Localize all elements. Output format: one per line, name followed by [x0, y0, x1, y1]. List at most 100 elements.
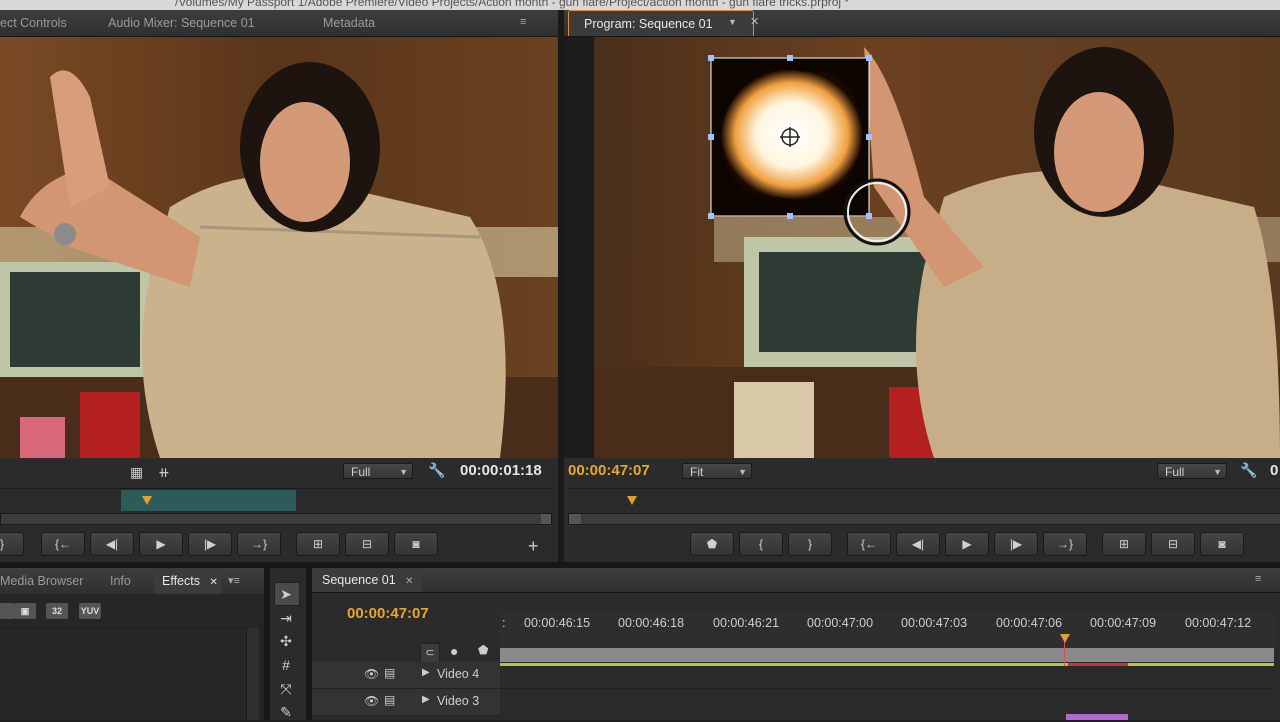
timeline-playhead[interactable] — [1060, 634, 1070, 643]
source-zoom-select[interactable]: Full ▼ — [343, 463, 413, 479]
go-to-in-button[interactable]: {← — [847, 532, 891, 556]
track-name-video-4: Video 4 — [437, 667, 480, 681]
close-icon[interactable]: ✕ — [209, 577, 217, 588]
ruler-label: 00:00:47:09 — [1090, 616, 1157, 630]
ruler-label: 00:00:47:00 — [807, 616, 874, 630]
ruler-label: 00:00:46:21 — [713, 616, 780, 630]
wrench-icon[interactable]: 🔧 — [1240, 462, 1257, 479]
effects-tab-label: Effects — [162, 574, 200, 588]
selection-tool-icon[interactable]: ➤ — [274, 584, 298, 604]
track-lane-video-3[interactable] — [500, 689, 1274, 720]
effects-list[interactable] — [0, 594, 264, 720]
source-timecode[interactable]: 00:00:01:18 — [460, 462, 542, 479]
effects-scrollbar[interactable] — [246, 628, 259, 720]
close-icon[interactable]: ✕ — [405, 576, 413, 587]
go-to-out-button[interactable]: →} — [1043, 532, 1087, 556]
tab-audio-mixer[interactable]: Audio Mixer: Sequence 01 — [108, 10, 255, 36]
scrollbar-handle[interactable] — [569, 514, 581, 524]
source-controls: ▦ ⧺ Full ▼ 🔧 00:00:01:18 } {← ◀| ▶ |▶ →} … — [0, 458, 558, 562]
chevron-down-icon: ▼ — [399, 467, 408, 477]
extract-button[interactable]: ⊟ — [1151, 532, 1195, 556]
close-icon[interactable]: ✕ — [750, 15, 759, 28]
go-to-in-button[interactable]: {← — [41, 532, 85, 556]
mark-out-button[interactable]: } — [0, 532, 24, 556]
step-back-button[interactable]: ◀| — [896, 532, 940, 556]
scrollbar-handle[interactable] — [541, 514, 551, 524]
marker-icon[interactable]: ⬟ — [478, 643, 488, 657]
timeline-clip[interactable] — [1066, 714, 1128, 720]
add-button-icon[interactable]: + — [528, 536, 539, 557]
sync-lock-icon[interactable]: ▤ — [384, 693, 395, 707]
wrench-icon[interactable]: 🔧 — [428, 462, 445, 479]
tab-effects[interactable]: Effects ✕ — [154, 568, 222, 594]
program-zoom-value: Full — [1165, 465, 1185, 479]
lift-button[interactable]: ⊞ — [1102, 532, 1146, 556]
tab-program[interactable]: Program: Sequence 01 — [568, 10, 754, 36]
source-zoom-scrollbar[interactable] — [0, 513, 552, 525]
mark-in-button[interactable]: { — [739, 532, 783, 556]
export-frame-button[interactable]: ◙ — [1200, 532, 1244, 556]
expand-track-icon[interactable]: ▶ — [422, 667, 430, 678]
tab-effect-controls[interactable]: ect Controls — [0, 10, 85, 36]
eye-icon[interactable]: 👁 — [364, 667, 379, 681]
overwrite-button[interactable]: ⊟ — [345, 532, 389, 556]
sync-lock-icon[interactable]: ▤ — [384, 666, 395, 680]
program-monitor-video[interactable] — [564, 37, 1280, 458]
tab-sequence[interactable]: Sequence 01 ✕ — [312, 568, 422, 592]
track-lane-video-4[interactable] — [500, 666, 1274, 689]
ruler-label: 00:00:46:15 — [524, 616, 591, 630]
rolling-edit-tool-icon[interactable]: # — [274, 655, 298, 675]
add-marker-button[interactable]: ⬟ — [690, 532, 734, 556]
film-icon[interactable]: ▦ — [130, 464, 143, 481]
program-tab-bar: Program: Sequence 01 ▼ ✕ — [564, 10, 1280, 37]
razor-tool-icon[interactable]: ✎ — [274, 702, 298, 722]
program-timecode[interactable]: 00:00:47:07 — [568, 462, 650, 479]
program-fit-select[interactable]: Fit ▼ — [682, 463, 752, 479]
expand-track-icon[interactable]: ▶ — [422, 694, 430, 705]
track-header-video-3: 👁 ▤ ▶ Video 3 — [312, 689, 500, 716]
step-back-button[interactable]: ◀| — [90, 532, 134, 556]
chevron-down-icon[interactable]: ▼ — [728, 17, 737, 27]
step-forward-button[interactable]: |▶ — [994, 532, 1038, 556]
source-frame-image — [0, 37, 558, 458]
eye-icon[interactable]: 👁 — [364, 694, 379, 708]
rate-stretch-tool-icon[interactable]: ⤧ — [274, 679, 298, 699]
timeline-timecode[interactable]: 00:00:47:07 — [347, 605, 429, 622]
program-zoom-select[interactable]: Full ▼ — [1157, 463, 1227, 479]
panel-menu-icon[interactable]: ≡ — [1255, 573, 1261, 585]
program-controls: 00:00:47:07 Fit ▼ Full ▼ 🔧 0 ⬟ { } {← ◀| ▶… — [564, 458, 1280, 562]
work-area-bar[interactable] — [500, 648, 1274, 662]
drag-video-icon[interactable]: ⧺ — [158, 464, 170, 481]
panel-menu-icon[interactable]: ▾≡ — [228, 574, 240, 587]
export-frame-button[interactable]: ◙ — [394, 532, 438, 556]
program-zoom-scrollbar[interactable] — [568, 513, 1280, 525]
play-button[interactable]: ▶ — [945, 532, 989, 556]
ruler-label: 00:00:47:12 — [1185, 616, 1252, 630]
program-time-ruler[interactable] — [568, 488, 1280, 513]
add-marker-icon[interactable]: ● — [450, 643, 458, 659]
program-playhead[interactable] — [627, 496, 637, 505]
tab-info[interactable]: Info — [110, 568, 131, 594]
effects-divider — [0, 628, 264, 629]
program-tab-label: Program: Sequence 01 — [584, 17, 713, 31]
source-playhead[interactable] — [142, 496, 152, 505]
timeline-ruler[interactable] — [500, 612, 1274, 648]
tab-metadata[interactable]: Metadata — [323, 10, 375, 36]
new-bin-icon[interactable]: ▣ — [14, 603, 36, 619]
track-name-video-3: Video 3 — [437, 694, 480, 708]
yuv-effects-icon[interactable]: YUV — [79, 603, 101, 619]
insert-button[interactable]: ⊞ — [296, 532, 340, 556]
mark-out-button[interactable]: } — [788, 532, 832, 556]
panel-menu-icon[interactable]: ≡ — [520, 16, 526, 28]
32bit-effects-icon[interactable]: 32 — [46, 603, 68, 619]
track-select-tool-icon[interactable]: ⇥ — [274, 608, 298, 628]
go-to-out-button[interactable]: →} — [237, 532, 281, 556]
snap-icon[interactable]: ⊂ — [420, 643, 440, 663]
accelerated-effects-icon[interactable] — [0, 603, 14, 619]
ripple-edit-tool-icon[interactable]: ✣ — [274, 631, 298, 651]
tab-media-browser[interactable]: Media Browser — [0, 568, 83, 594]
step-forward-button[interactable]: |▶ — [188, 532, 232, 556]
play-button[interactable]: ▶ — [139, 532, 183, 556]
source-time-ruler[interactable] — [0, 488, 552, 513]
timeline-tab-bar: Sequence 01 ✕ ≡ — [312, 568, 1280, 593]
